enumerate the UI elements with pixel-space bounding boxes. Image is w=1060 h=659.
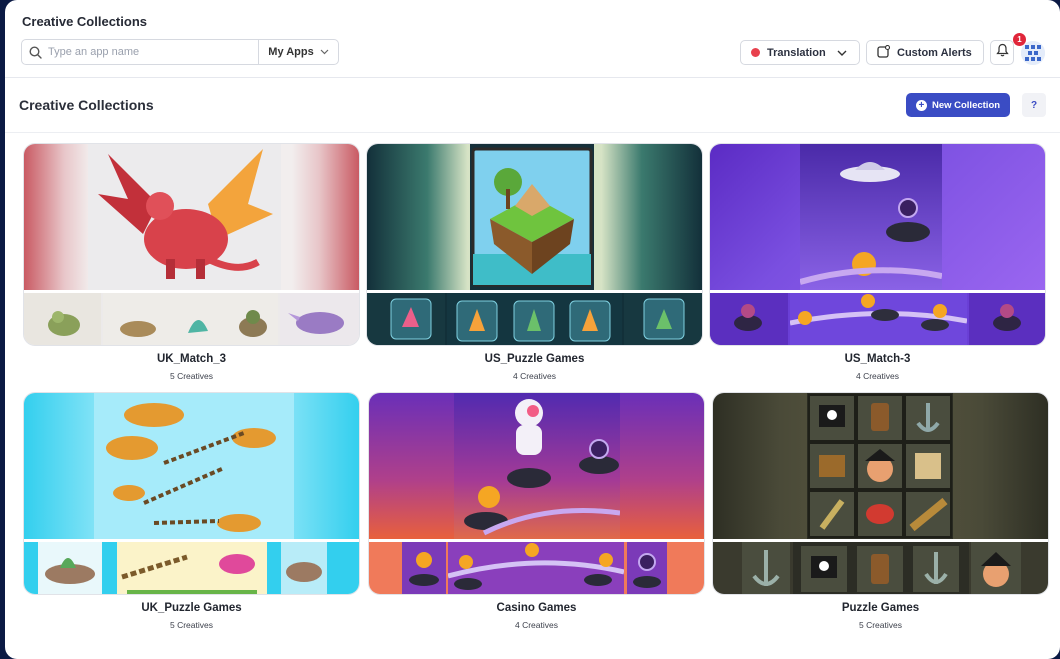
- plus-icon: +: [915, 99, 927, 111]
- search-input[interactable]: [48, 41, 258, 63]
- collection-preview: [23, 392, 360, 595]
- chevron-down-icon: [837, 47, 847, 59]
- new-collection-button[interactable]: + New Collection: [906, 93, 1010, 117]
- top-bar: Creative Collections My Apps Translation: [5, 0, 1060, 78]
- pirate-grid-image: [807, 393, 953, 539]
- thumbnail-strip: [713, 542, 1048, 594]
- thumbnail: [447, 542, 625, 594]
- collection-card[interactable]: UK_Puzzle Games 5 Creatives: [23, 392, 360, 630]
- thumbnail-strip: [710, 293, 1045, 345]
- thumbnail-strip: [24, 293, 359, 345]
- thumbnail: [969, 293, 1045, 345]
- avatar[interactable]: [1021, 41, 1045, 65]
- hero-image: [710, 144, 1045, 290]
- app-title: Creative Collections: [22, 14, 147, 29]
- collection-card[interactable]: Casino Games 4 Creatives: [368, 392, 705, 630]
- thumbnail: [710, 293, 788, 345]
- collection-name: Puzzle Games: [841, 602, 920, 614]
- thumbnail: [367, 293, 445, 345]
- collection-card[interactable]: UK_Match_3 5 Creatives: [23, 143, 360, 381]
- thumbnail: [971, 542, 1021, 594]
- thumbnail-strip: [367, 293, 702, 345]
- dragon-image: [88, 144, 281, 290]
- collection-preview: [712, 392, 1049, 595]
- custom-alerts-label: Custom Alerts: [897, 46, 972, 59]
- collection-count: 5 Creatives: [170, 620, 213, 630]
- notifications-button[interactable]: [990, 40, 1014, 65]
- thumbnail: [402, 542, 446, 594]
- thumbnail: [38, 542, 102, 594]
- my-apps-dropdown[interactable]: My Apps: [258, 40, 338, 64]
- page-header: Creative Collections + New Collection ?: [5, 78, 1060, 133]
- bell-icon: [995, 43, 1009, 62]
- collection-card[interactable]: Puzzle Games 5 Creatives: [712, 392, 1049, 630]
- translation-label: Translation: [767, 46, 826, 59]
- thumbnail-strip: [369, 542, 704, 594]
- collection-preview: [709, 143, 1046, 346]
- thumbnail: [103, 293, 278, 345]
- alert-box-icon: [877, 44, 891, 61]
- thumbnail: [742, 542, 790, 594]
- collection-preview: [23, 143, 360, 346]
- my-apps-label: My Apps: [268, 46, 314, 58]
- collection-count: 5 Creatives: [859, 620, 902, 630]
- collection-count: 4 Creatives: [513, 371, 556, 381]
- custom-alerts-button[interactable]: Custom Alerts: [866, 40, 984, 65]
- thumbnail: [789, 293, 968, 345]
- collection-preview: [366, 143, 703, 346]
- astronaut-level-image: [454, 393, 621, 539]
- thumbnail: [447, 293, 622, 345]
- thumbnail: [627, 542, 667, 594]
- collection-card[interactable]: US_Match-3 4 Creatives: [709, 143, 1046, 381]
- translation-dropdown[interactable]: Translation: [740, 40, 860, 65]
- space-level-image: [799, 144, 943, 290]
- chevron-down-icon: [320, 46, 329, 58]
- help-button[interactable]: ?: [1022, 93, 1046, 117]
- thumbnail: [24, 293, 101, 345]
- collection-preview: [368, 392, 705, 595]
- search-icon: [22, 40, 48, 64]
- thumbnail: [793, 542, 969, 594]
- collection-name: US_Match-3: [844, 353, 911, 365]
- hero-image: [369, 393, 704, 539]
- status-dot-icon: [751, 48, 760, 57]
- hero-image: [367, 144, 702, 290]
- collection-name: UK_Match_3: [156, 353, 227, 365]
- hero-image: [24, 393, 359, 539]
- collection-card[interactable]: US_Puzzle Games 4 Creatives: [366, 143, 703, 381]
- thumbnail: [624, 293, 702, 345]
- island-image: [470, 144, 594, 290]
- collection-count: 4 Creatives: [515, 620, 558, 630]
- app-window: Creative Collections My Apps Translation: [5, 0, 1060, 659]
- collection-count: 4 Creatives: [856, 371, 899, 381]
- hero-image: [713, 393, 1048, 539]
- page-title: Creative Collections: [19, 97, 154, 113]
- thumbnail-strip: [24, 542, 359, 594]
- collection-name: UK_Puzzle Games: [141, 602, 242, 614]
- thumbnail: [117, 542, 267, 594]
- thumbnail: [280, 293, 359, 345]
- thumbnail: [281, 542, 327, 594]
- collection-name: US_Puzzle Games: [484, 353, 585, 365]
- collection-count: 5 Creatives: [170, 371, 213, 381]
- search-bar: My Apps: [21, 39, 339, 65]
- collection-name: Casino Games: [496, 602, 577, 614]
- hero-image: [24, 144, 359, 290]
- new-collection-label: New Collection: [931, 99, 1001, 111]
- floating-islands-image: [94, 393, 294, 539]
